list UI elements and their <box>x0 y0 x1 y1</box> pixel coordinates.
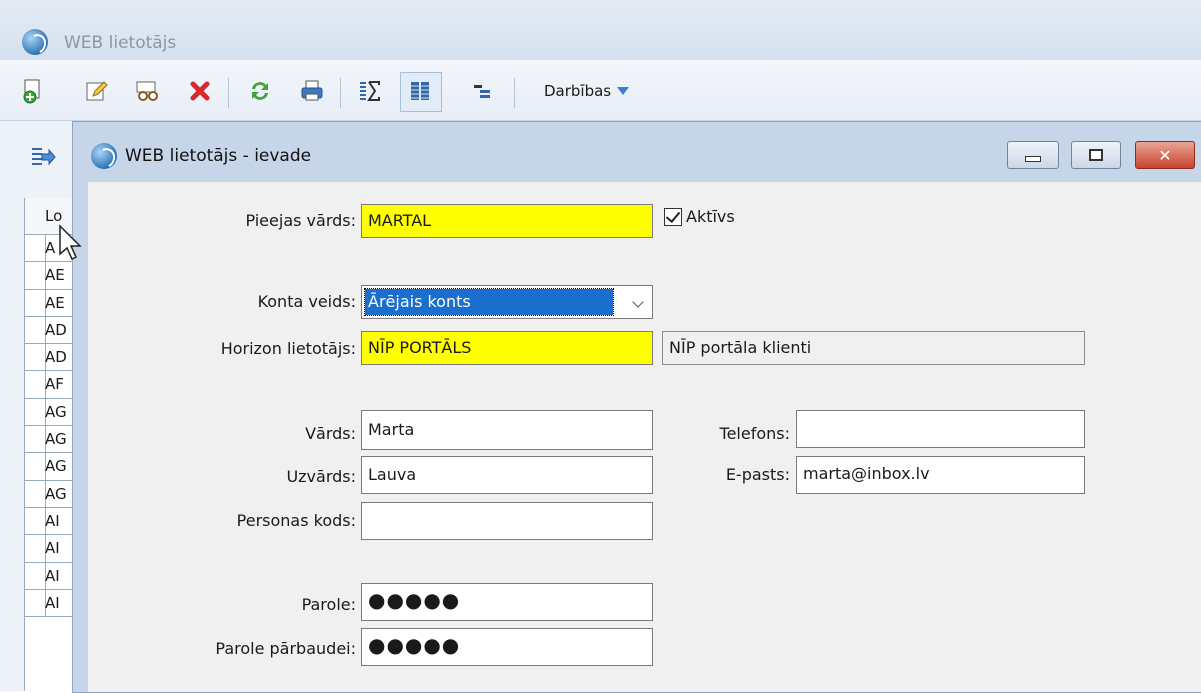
maximize-icon <box>1089 149 1103 161</box>
minimize-icon <box>1025 156 1041 162</box>
account-type-select[interactable]: Ārējais konts <box>361 285 653 319</box>
actions-menu[interactable]: Darbības <box>544 82 630 100</box>
phone-field[interactable] <box>796 410 1085 448</box>
delete-icon[interactable] <box>186 77 214 105</box>
actions-menu-label: Darbības <box>544 82 612 100</box>
last-name-label: Uzvārds: <box>286 467 356 486</box>
main-window-titlebar: WEB lietotājs <box>0 0 1201 60</box>
password-field[interactable]: ●●●●● <box>361 583 653 621</box>
sum-icon[interactable] <box>356 77 384 105</box>
horizon-user-field[interactable]: NĪP PORTĀLS <box>361 331 653 365</box>
tree-icon[interactable] <box>468 77 496 105</box>
new-record-icon[interactable] <box>20 77 48 105</box>
export-icon[interactable] <box>30 146 56 168</box>
close-button[interactable]: ✕ <box>1135 141 1195 169</box>
mouse-cursor-icon <box>59 224 82 261</box>
dialog-titlebar[interactable]: WEB lietotājs - ievade ✕ <box>73 122 1201 182</box>
checkbox-checked-icon <box>664 207 682 226</box>
edit-icon[interactable] <box>83 77 111 105</box>
main-toolbar: Darbības <box>0 60 1201 121</box>
columns-icon <box>406 77 434 105</box>
toolbar-separator <box>228 78 229 108</box>
email-label: E-pasts: <box>725 465 790 484</box>
password-label: Parole: <box>301 595 356 614</box>
app-icon <box>91 143 117 169</box>
maximize-button[interactable] <box>1071 141 1121 169</box>
refresh-icon[interactable] <box>246 77 274 105</box>
toolbar-separator <box>514 78 515 108</box>
chevron-down-icon <box>632 296 644 308</box>
view-icon[interactable] <box>134 77 162 105</box>
minimize-button[interactable] <box>1007 141 1059 169</box>
personal-code-field[interactable] <box>361 502 653 540</box>
close-icon: ✕ <box>1158 145 1172 165</box>
print-icon[interactable] <box>298 77 326 105</box>
horizon-user-description: NĪP portāla klienti <box>662 331 1085 365</box>
app-icon <box>22 29 48 55</box>
account-type-label: Konta veids: <box>257 292 356 311</box>
login-name-label: Pieejas vārds: <box>245 211 356 230</box>
phone-label: Telefons: <box>719 424 790 443</box>
account-type-value: Ārējais konts <box>364 288 614 316</box>
last-name-field[interactable]: Lauva <box>361 456 653 494</box>
dropdown-arrow-icon <box>617 87 630 95</box>
horizon-user-label: Horizon lietotājs: <box>220 339 356 358</box>
first-name-label: Vārds: <box>305 424 356 443</box>
active-checkbox-label: Aktīvs <box>686 207 735 226</box>
password-confirm-label: Parole pārbaudei: <box>215 639 356 658</box>
dialog-title: WEB lietotājs - ievade <box>125 146 312 166</box>
login-name-field[interactable]: MARTAL <box>361 204 653 238</box>
first-name-field[interactable]: Marta <box>361 410 653 450</box>
toolbar-separator <box>340 78 341 108</box>
personal-code-label: Personas kods: <box>236 511 356 530</box>
password-confirm-field[interactable]: ●●●●● <box>361 628 653 666</box>
main-window-title: WEB lietotājs <box>64 33 177 53</box>
email-field[interactable]: marta@inbox.lv <box>796 456 1085 494</box>
active-checkbox[interactable]: Aktīvs <box>664 207 735 226</box>
